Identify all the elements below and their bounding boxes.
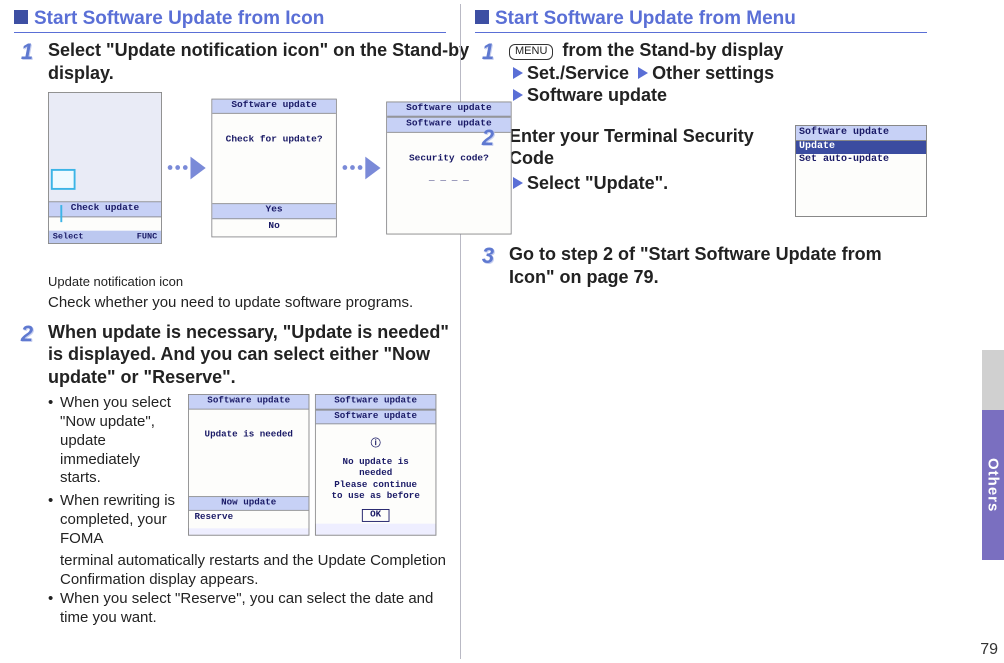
phone-right-autoupdate: Set auto-update [796,154,926,217]
phone-b-no: No [212,219,336,237]
phone-e-ok: OK [362,509,390,522]
right-step-2: 2 Software update Update Set auto-update… [475,125,927,218]
phone-b-body: Check for update? [212,114,336,203]
step-number-2: 2 [475,125,509,218]
phone-e-l3: Please continue [318,481,434,493]
right-step-3: 3 Go to step 2 of "Start Software Update… [475,243,927,288]
right-step-1: 1 MENU from the Stand-by display Set./Se… [475,39,927,107]
bullet-2-cont: terminal automatically restarts and the … [48,552,458,590]
icon-pointer-line [60,205,62,222]
triangle-icon [513,177,523,189]
triangle-icon [513,89,523,101]
left-step-2: 2 When update is necessary, "Update is n… [14,321,446,632]
right-step-1-body: MENU from the Stand-by display Set./Serv… [509,39,927,107]
left-step-2-body: When update is necessary, "Update is nee… [48,321,458,632]
phone-d-title: Software update [189,395,309,409]
dot-icon [168,166,173,171]
nav-software-update: Software update [527,85,667,105]
phone-e-l2: needed [318,469,434,481]
phone-a-foot-left: Select [53,231,84,242]
dot-icon [350,166,355,171]
triangle-icon [513,67,523,79]
dot-icon [175,166,180,171]
phone-e-body: ⓘ No update is needed Please continue to… [316,425,436,525]
phone-d-body: Update is needed [189,409,309,495]
nav-set-service: Set./Service [527,63,629,83]
bullet-3-text: When you select "Reserve", you can selec… [60,590,458,628]
side-tab-label: Others [985,458,1002,512]
phone-row-1: Check update Select FUNC [48,92,512,244]
right-step-1-line1: from the Stand-by display [557,40,783,60]
nav-other-settings: Other settings [652,63,774,83]
bullet-2-start: •When rewriting is completed, your FOMA [48,492,178,548]
phone-e-l4: to use as before [318,492,434,504]
right-title-text: Start Software Update from Menu [495,8,796,29]
right-section-title: Start Software Update from Menu [475,8,927,33]
phone-a-gap [49,217,161,230]
phone-right: Software update Update Set auto-update [795,125,927,218]
phone-d-mid: Update is needed [191,430,307,442]
step-number-2: 2 [14,321,48,632]
step2-bullets-left: •When you select "Now update", update im… [48,394,178,548]
phone-e-title: Software update [316,395,436,409]
left-section-title: Start Software Update from Icon [14,8,446,33]
right-step-2-body: Software update Update Set auto-update E… [509,125,927,218]
dot-arrow-2 [343,156,381,179]
phone-d-now-update: Now update [189,496,309,511]
arrow-icon [191,156,206,179]
phone-b-yes: Yes [212,203,336,219]
phone-row-2: Software update Update is needed Now upd… [188,394,436,536]
phone-b: Software update Check for update? Yes No [211,98,336,237]
step-number-3: 3 [475,243,509,288]
left-column: Start Software Update from Icon 1 Select… [0,0,460,663]
right-step-2-line2: Select "Update". [527,173,668,193]
phone-d: Software update Update is needed Now upd… [188,394,309,536]
page: Start Software Update from Icon 1 Select… [0,0,1004,663]
right-step-3-text: Go to step 2 of "Start Software Update f… [509,243,927,288]
dot-icon [343,166,348,171]
phone-a-band: Check update [49,201,161,217]
side-tab: Others [978,350,1004,560]
phone-e-l1: No update is [318,458,434,470]
dot-icon [358,166,363,171]
step-number-1: 1 [14,39,48,313]
triangle-icon [638,67,648,79]
page-number: 79 [980,641,998,659]
side-tab-others: Others [982,410,1004,560]
left-step-2-heading: When update is necessary, "Update is nee… [48,321,458,389]
phone-d-reserve: Reserve [189,511,309,528]
phone-a-foot-right: FUNC [137,231,158,242]
phone-a: Check update Select FUNC [48,92,162,244]
phone-b-mid: Check for update? [214,135,334,147]
right-column: Start Software Update from Menu 1 MENU f… [461,0,941,663]
square-bullet-icon [475,10,489,24]
bullet-1-text: When you select "Now update", update imm… [60,394,178,488]
dot-icon [183,166,188,171]
left-step-1: 1 Select "Update notification icon" on t… [14,39,446,313]
menu-key-icon: MENU [509,44,553,60]
phone-e-band: Software update [316,409,436,424]
dot-arrow-1 [168,156,206,179]
step2-row: •When you select "Now update", update im… [48,394,458,548]
update-notification-icon [51,169,76,190]
bullet-1: •When you select "Now update", update im… [48,394,178,488]
step-number-1: 1 [475,39,509,107]
arrow-icon [365,156,380,179]
right-step-2-line1: Enter your Terminal Security Code [509,125,759,170]
phone-right-title: Software update [796,126,926,142]
phone-e: Software update Software update ⓘ No upd… [315,394,436,536]
phone-a-body [49,93,161,201]
phone-right-update: Update [796,141,926,154]
left-title-text: Start Software Update from Icon [34,8,324,29]
side-tab-grey [982,350,1004,410]
bullet-3: •When you select "Reserve", you can sele… [48,590,458,628]
phone-b-title: Software update [212,99,336,114]
phone-a-footer: Select FUNC [49,230,161,243]
square-bullet-icon [14,10,28,24]
